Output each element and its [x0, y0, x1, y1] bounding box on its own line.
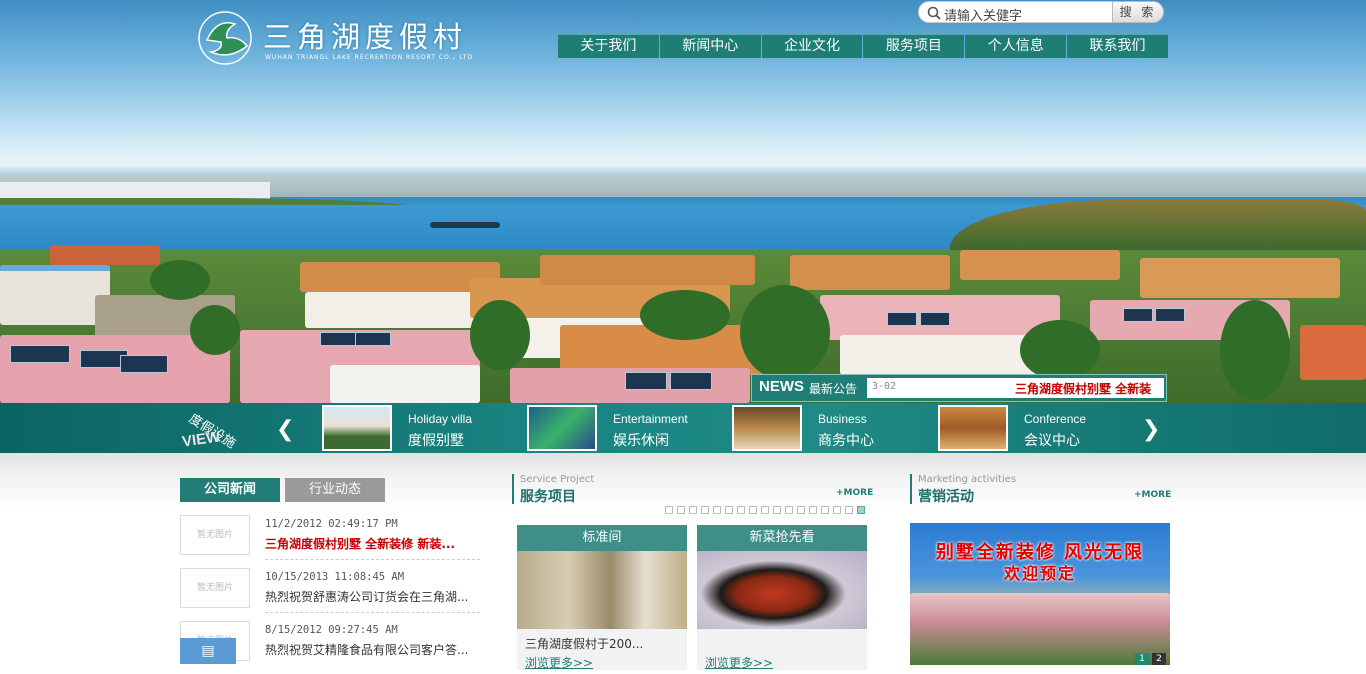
search-icon: [927, 6, 941, 20]
card-more-link[interactable]: 浏览更多>>: [525, 654, 593, 670]
pager-dot[interactable]: [689, 506, 697, 514]
search-input[interactable]: 请输入关健字: [918, 1, 1114, 24]
facility-label-cn: 度假别墅: [408, 433, 464, 449]
card-caption: 三角湖度假村于200...: [525, 637, 644, 651]
facility-thumb: [322, 405, 392, 451]
nav-item-about[interactable]: 关于我们: [558, 34, 659, 58]
service-card-room[interactable]: 标准间 三角湖度假村于200... 浏览更多>>: [517, 525, 687, 670]
facility-label-en: Entertainment: [613, 412, 688, 426]
calendar-icon[interactable]: ▤: [180, 638, 236, 664]
news-date: 8/15/2012 09:27:45 AM: [265, 624, 398, 636]
pager-dot[interactable]: [701, 506, 709, 514]
facility-item-conference[interactable]: Conference 会议中心: [938, 405, 1138, 451]
card-image: [517, 551, 687, 629]
pager-dot[interactable]: [677, 506, 685, 514]
pager-dot[interactable]: [797, 506, 805, 514]
nav-item-news[interactable]: 新闻中心: [659, 34, 761, 58]
pager-dot[interactable]: [845, 506, 853, 514]
facilities-strip: 度假设施 VIEW ❮ Holiday villa 度假别墅 Entertain…: [0, 403, 1366, 453]
marketing-section-header: Marketing activities 营销活动 +MORE: [910, 474, 1171, 505]
pager-dot[interactable]: [773, 506, 781, 514]
pager-dot[interactable]: [809, 506, 817, 514]
nav-item-services[interactable]: 服务项目: [863, 34, 965, 58]
service-title-en: Service Project: [520, 474, 595, 485]
news-title-link[interactable]: 三角湖度假村别墅 全新装修 新装...: [265, 536, 475, 568]
marketing-title-en: Marketing activities: [918, 474, 1017, 485]
service-section-header: Service Project 服务项目 +MORE: [512, 474, 873, 505]
news-title-link[interactable]: 热烈祝贺艾精隆食品有限公司客户答...: [265, 642, 475, 674]
brand-subtitle: WUHAN TRIANGL LAKE RECRERTION RESORT CO.…: [265, 54, 474, 61]
promo-page-2[interactable]: 2: [1152, 653, 1166, 665]
promo-line-2: 欢迎预定: [1003, 564, 1076, 583]
news-date: 10/15/2013 11:08:45 AM: [265, 571, 405, 583]
pager-dot[interactable]: [665, 506, 673, 514]
pager-dot[interactable]: [761, 506, 769, 514]
pager-dot[interactable]: [833, 506, 841, 514]
facilities-tag-en: VIEW: [181, 428, 222, 451]
tab-industry-news[interactable]: 行业动态: [285, 478, 385, 502]
news-ticker-bar: NEWS 最新公告 3-02 三角湖度假村别墅 全新装: [751, 374, 1167, 402]
news-title: 最新公告: [809, 382, 858, 396]
news-headline-link[interactable]: 三角湖度假村别墅 全新装: [1015, 380, 1151, 397]
marketing-banner[interactable]: 别墅全新装修 风光无限 欢迎预定 1 2: [910, 523, 1170, 665]
news-thumb: 暂无图片: [180, 568, 250, 608]
promo-page-1[interactable]: 1: [1135, 653, 1149, 665]
service-pager: [665, 506, 869, 516]
nav-item-profile[interactable]: 个人信息: [965, 34, 1067, 58]
service-card-dishes[interactable]: 新菜抢先看 浏览更多>>: [697, 525, 867, 670]
pager-dot[interactable]: [821, 506, 829, 514]
pager-dot[interactable]: [785, 506, 793, 514]
facility-label-en: Conference: [1024, 412, 1087, 426]
nav-item-culture[interactable]: 企业文化: [761, 34, 863, 58]
marketing-more-link[interactable]: +MORE: [1134, 490, 1171, 500]
hero-banner: 三角湖度假村 WUHAN TRIANGL LAKE RECRERTION RES…: [0, 0, 1366, 403]
pager-dot[interactable]: [725, 506, 733, 514]
brand-name: 三角湖度假村: [263, 20, 468, 54]
facility-label-cn: 娱乐休闲: [613, 433, 669, 449]
news-date: 11/2/2012 02:49:17 PM: [265, 518, 398, 530]
chevron-right-icon[interactable]: ❯: [1142, 417, 1160, 442]
facility-item-business[interactable]: Business 商务中心: [732, 405, 932, 451]
card-more-link[interactable]: 浏览更多>>: [705, 654, 773, 670]
service-more-link[interactable]: +MORE: [836, 488, 873, 498]
facility-thumb: [527, 405, 597, 451]
chevron-left-icon[interactable]: ❮: [276, 417, 294, 442]
facility-label-en: Holiday villa: [408, 412, 473, 426]
card-title: 新菜抢先看: [697, 525, 867, 551]
divider: [265, 612, 480, 613]
search-bar: 请输入关健字 搜 索: [918, 1, 1164, 24]
facility-thumb: [732, 405, 802, 451]
news-list-item[interactable]: 暂无图片 11/2/2012 02:49:17 PM 三角湖度假村别墅 全新装修…: [180, 515, 480, 565]
main-nav: 关于我们 新闻中心 企业文化 服务项目 个人信息 联系我们: [558, 34, 1169, 58]
search-button[interactable]: 搜 索: [1112, 1, 1164, 23]
facility-thumb: [938, 405, 1008, 451]
card-title: 标准间: [517, 525, 687, 551]
pager-dot[interactable]: [713, 506, 721, 514]
logo-emblem-icon: [198, 11, 252, 65]
marketing-title-cn: 营销活动: [918, 489, 974, 505]
news-date: 3-02: [872, 381, 897, 392]
facility-item-villa[interactable]: Holiday villa 度假别墅: [322, 405, 522, 451]
logo[interactable]: 三角湖度假村 WUHAN TRIANGL LAKE RECRERTION RES…: [195, 10, 474, 65]
pager-dot[interactable]: [857, 506, 865, 514]
card-image: [697, 551, 867, 629]
facility-label-cn: 会议中心: [1024, 433, 1080, 449]
news-title-link[interactable]: 热烈祝贺舒惠涛公司订货会在三角湖...: [265, 589, 475, 621]
pager-dot[interactable]: [749, 506, 757, 514]
news-list-item[interactable]: 暂无图片 10/15/2013 11:08:45 AM 热烈祝贺舒惠涛公司订货会…: [180, 568, 480, 618]
content-area: 公司新闻 行业动态 暂无图片 11/2/2012 02:49:17 PM 三角湖…: [0, 453, 1366, 674]
facilities-tag: 度假设施 VIEW: [181, 406, 262, 452]
facility-item-entertainment[interactable]: Entertainment 娱乐休闲: [527, 405, 727, 451]
tab-company-news[interactable]: 公司新闻: [180, 478, 280, 502]
divider: [265, 559, 480, 560]
service-title-cn: 服务项目: [520, 489, 576, 505]
pager-dot[interactable]: [737, 506, 745, 514]
search-placeholder: 请输入关健字: [944, 9, 1023, 24]
news-thumb: 暂无图片: [180, 515, 250, 555]
facility-label-cn: 商务中心: [818, 433, 874, 449]
news-ticker: 3-02 三角湖度假村别墅 全新装: [867, 378, 1164, 398]
facility-label-en: Business: [818, 412, 867, 426]
news-label: NEWS: [759, 378, 804, 395]
nav-item-contact[interactable]: 联系我们: [1067, 34, 1168, 58]
